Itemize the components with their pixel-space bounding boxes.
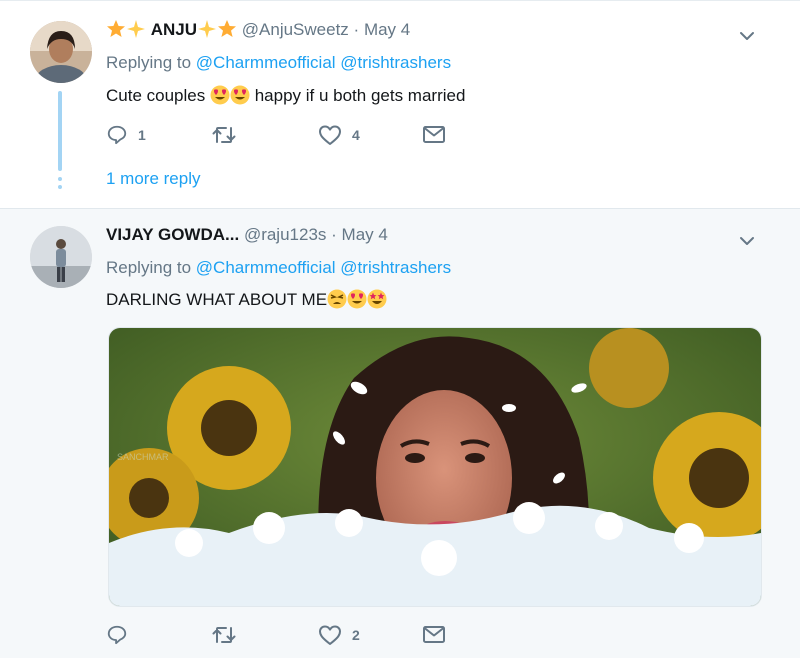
chevron-down-icon[interactable]: [736, 25, 758, 47]
display-name[interactable]: VIJAY GOWDA...: [106, 225, 239, 244]
tweet-date[interactable]: May 4: [342, 225, 388, 244]
tweet-text-part: happy if u both gets married: [254, 86, 466, 105]
mention-link[interactable]: @trishtrashers: [340, 53, 451, 72]
user-handle[interactable]: @AnjuSweetz: [242, 20, 349, 39]
thread-dot: [58, 177, 62, 181]
direct-message-button[interactable]: [422, 623, 446, 647]
media-watermark: SANCHMAR: [117, 452, 169, 462]
chevron-down-icon[interactable]: [736, 230, 758, 252]
tweet-text-part: DARLING WHAT ABOUT ME: [106, 290, 328, 309]
display-name[interactable]: ANJU: [151, 20, 197, 39]
mention-link[interactable]: @trishtrashers: [340, 258, 451, 277]
reply-count: 1: [138, 127, 146, 143]
heart-eyes-emoji-icon: [347, 289, 367, 309]
retweet-icon: [212, 627, 236, 643]
mention-link[interactable]: @Charmmeofficial: [196, 258, 336, 277]
star-emoji-icon: [107, 20, 125, 37]
retweet-icon: [212, 127, 236, 143]
tweet-header: ANJU @AnjuSweetz · May 4: [106, 19, 410, 40]
separator-dot: ·: [331, 225, 337, 244]
replying-to: Replying to @Charmmeofficial @trishtrash…: [106, 53, 451, 73]
retweet-button[interactable]: [212, 123, 246, 147]
replying-to: Replying to @Charmmeofficial @trishtrash…: [106, 258, 451, 278]
reply-icon: [107, 625, 127, 645]
heart-icon: [319, 625, 341, 645]
tweet-date[interactable]: May 4: [364, 20, 410, 39]
reply-icon: [107, 125, 127, 145]
tweet-reply-2[interactable]: VIJAY GOWDA... @raju123s · May 4 Replyin…: [0, 208, 800, 658]
avatar[interactable]: [30, 21, 92, 83]
tweet-text: Cute couples happy if u both gets marrie…: [106, 85, 465, 106]
like-button[interactable]: 2: [318, 623, 360, 647]
replying-to-label: Replying to: [106, 258, 192, 277]
media-gif[interactable]: SANCHMAR: [108, 327, 762, 607]
heart-eyes-emoji-icon: [230, 85, 250, 105]
tweet-text-part: Cute couples: [106, 86, 206, 105]
separator-dot: ·: [353, 20, 360, 39]
mail-icon: [423, 626, 445, 643]
tweet-actions: 2: [106, 623, 466, 647]
avatar[interactable]: [30, 226, 92, 288]
thread-line: [58, 91, 62, 171]
like-button[interactable]: 4: [318, 123, 360, 147]
direct-message-button[interactable]: [422, 123, 446, 147]
reply-button[interactable]: [106, 623, 138, 647]
heart-eyes-emoji-icon: [210, 85, 230, 105]
like-count: 2: [352, 627, 360, 643]
like-count: 4: [352, 127, 360, 143]
replying-to-label: Replying to: [106, 53, 192, 72]
tired-face-emoji-icon: [327, 289, 347, 309]
reply-button[interactable]: 1: [106, 123, 146, 147]
sparkles-emoji-icon: [127, 20, 145, 38]
star-emoji-icon: [218, 20, 237, 37]
thread-dot: [58, 185, 62, 189]
user-handle[interactable]: @raju123s: [244, 225, 326, 244]
mail-icon: [423, 126, 445, 143]
mention-link[interactable]: @Charmmeofficial: [196, 53, 336, 72]
heart-icon: [319, 125, 341, 145]
more-replies-link[interactable]: 1 more reply: [106, 169, 200, 189]
media-image: SANCHMAR: [109, 328, 761, 606]
sparkles-emoji-icon: [198, 20, 217, 38]
retweet-button[interactable]: [212, 623, 246, 647]
tweet-text: DARLING WHAT ABOUT ME: [106, 289, 387, 310]
tweet-actions: 1 4: [106, 123, 466, 147]
tweet-reply-1[interactable]: ANJU @AnjuSweetz · May 4 Replying to @Ch…: [0, 0, 800, 208]
star-struck-emoji-icon: [367, 289, 387, 309]
tweet-header: VIJAY GOWDA... @raju123s · May 4: [106, 225, 388, 245]
